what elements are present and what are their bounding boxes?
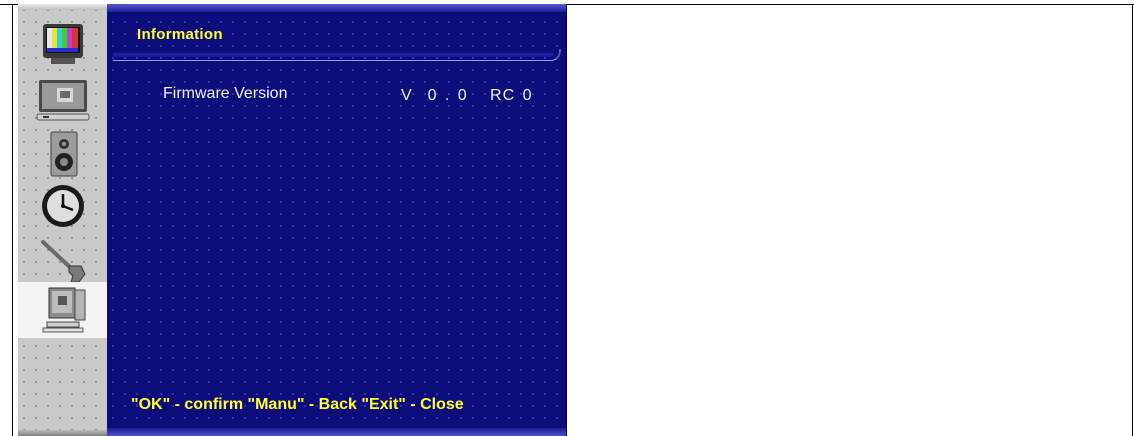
osd-menu: Information Firmware Version V 0 . 0 RC … bbox=[18, 4, 566, 436]
speaker-icon bbox=[50, 131, 77, 177]
sidebar-item-audio[interactable] bbox=[18, 128, 107, 180]
wrench-icon bbox=[40, 240, 86, 283]
sidebar-item-information[interactable] bbox=[18, 282, 107, 338]
osd-content-panel: Information Firmware Version V 0 . 0 RC … bbox=[107, 4, 566, 436]
table-border-right bbox=[1132, 4, 1133, 436]
monitor-screen-icon bbox=[36, 80, 89, 121]
sidebar-item-screen[interactable] bbox=[18, 74, 107, 126]
table-border-left bbox=[12, 4, 13, 436]
firmware-version-label: Firmware Version bbox=[163, 85, 288, 102]
key-hints-footer: "OK" - confirm "Manu" - Back "Exit" - Cl… bbox=[131, 396, 464, 413]
sidebar-item-picture[interactable] bbox=[18, 18, 107, 70]
clock-icon bbox=[41, 185, 84, 227]
sidebar-item-setup[interactable] bbox=[18, 234, 107, 286]
tv-color-bars-icon bbox=[42, 24, 83, 64]
firmware-version-value: V 0 . 0 RC 0 bbox=[401, 87, 533, 104]
table-border-middle bbox=[566, 4, 567, 436]
sidebar-bottom-edge bbox=[18, 430, 107, 436]
computer-info-icon bbox=[42, 287, 85, 333]
sidebar-top-edge bbox=[18, 4, 107, 10]
title-underline bbox=[113, 49, 561, 61]
osd-sidebar bbox=[18, 4, 108, 436]
sidebar-item-time[interactable] bbox=[18, 180, 107, 232]
menu-title: Information bbox=[137, 26, 223, 43]
panel-bottom-edge bbox=[107, 428, 566, 436]
panel-top-edge bbox=[107, 4, 566, 12]
